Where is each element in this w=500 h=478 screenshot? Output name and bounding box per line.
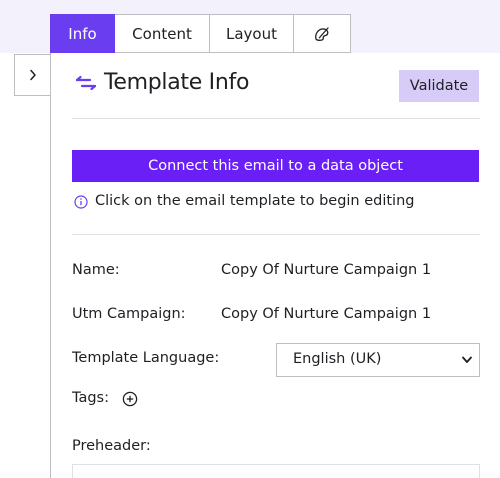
collapse-panel-button[interactable] <box>14 54 51 96</box>
utm-campaign-value: Copy Of Nurture Campaign 1 <box>221 306 432 322</box>
divider <box>72 234 480 235</box>
editing-hint: Click on the email template to begin edi… <box>95 193 415 209</box>
name-value: Copy Of Nurture Campaign 1 <box>221 262 432 278</box>
editor-tabs: Info Content Layout <box>50 14 351 53</box>
info-icon <box>74 195 88 209</box>
tab-style[interactable] <box>294 14 351 53</box>
template-language-selected: English (UK) <box>293 351 382 367</box>
tab-content[interactable]: Content <box>115 14 210 53</box>
plus-circle-icon[interactable] <box>122 391 138 407</box>
page-title: Template Info <box>104 70 250 95</box>
divider <box>72 118 480 119</box>
preheader-label: Preheader: <box>72 438 151 454</box>
connect-data-object-button[interactable]: Connect this email to a data object <box>72 150 479 182</box>
preheader-input[interactable] <box>72 464 480 478</box>
template-language-select[interactable]: English (UK) <box>276 343 480 377</box>
tags-label: Tags: <box>72 390 109 406</box>
info-panel: Template Info Validate Connect this emai… <box>50 53 500 478</box>
template-language-label: Template Language: <box>72 350 220 366</box>
swap-arrows-icon <box>76 76 96 90</box>
tab-layout[interactable]: Layout <box>210 14 294 53</box>
chevron-down-icon <box>462 356 472 363</box>
tab-info[interactable]: Info <box>50 14 115 53</box>
name-label: Name: <box>72 262 120 278</box>
utm-campaign-label: Utm Campaign: <box>72 306 186 322</box>
validate-button[interactable]: Validate <box>399 70 479 102</box>
chevron-right-icon <box>29 69 36 81</box>
palette-icon <box>315 26 329 41</box>
